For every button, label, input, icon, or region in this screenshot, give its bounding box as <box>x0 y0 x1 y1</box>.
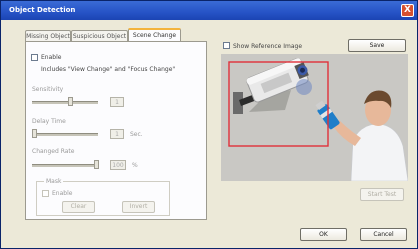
mask-group: Mask Enable Clear Invert <box>36 178 170 216</box>
window-title: Object Detection <box>9 6 76 14</box>
show-reference-image-checkbox[interactable] <box>223 42 230 49</box>
enable-label: Enable <box>41 54 62 61</box>
preview-scene-image <box>221 54 408 181</box>
cancel-button[interactable]: Cancel <box>360 228 407 241</box>
changed-rate-unit: % <box>132 162 138 169</box>
camera-preview[interactable] <box>221 54 408 181</box>
mask-enable-label: Enable <box>52 190 73 197</box>
title-bar[interactable]: Object Detection X <box>1 1 417 20</box>
show-reference-image-label: Show Reference Image <box>233 43 303 50</box>
sensitivity-slider-track <box>32 101 98 104</box>
delay-time-slider-thumb[interactable] <box>32 129 37 138</box>
save-button[interactable]: Save <box>348 39 406 52</box>
scene-change-panel: Enable Includes "View Change" and "Focus… <box>25 41 207 220</box>
changed-rate-value[interactable]: 100 <box>110 160 126 170</box>
close-icon: X <box>404 5 411 15</box>
sensitivity-label: Sensitivity <box>32 86 64 93</box>
description-text: Includes "View Change" and "Focus Change… <box>41 66 176 73</box>
mask-enable-checkbox[interactable] <box>42 190 49 197</box>
mask-group-title: Mask <box>44 178 64 185</box>
sensitivity-slider-thumb[interactable] <box>68 97 73 106</box>
mask-invert-button[interactable]: Invert <box>122 201 155 213</box>
delay-time-value[interactable]: 1 <box>110 129 124 139</box>
delay-time-slider-track <box>32 133 98 136</box>
tab-missing-object[interactable]: Missing Object <box>25 30 71 41</box>
sensitivity-value[interactable]: 1 <box>110 97 124 107</box>
start-test-button[interactable]: Start Test <box>360 188 404 201</box>
enable-checkbox[interactable] <box>31 54 38 61</box>
dialog-window: Object Detection X Missing Object Suspic… <box>0 0 418 249</box>
ok-button[interactable]: OK <box>300 228 347 241</box>
mask-clear-button[interactable]: Clear <box>62 201 95 213</box>
changed-rate-slider-thumb[interactable] <box>94 160 99 169</box>
delay-time-label: Delay Time <box>32 118 66 125</box>
changed-rate-slider-track <box>32 164 98 167</box>
tab-suspicious-object[interactable]: Suspicious Object <box>71 30 128 41</box>
changed-rate-label: Changed Rate <box>32 148 75 155</box>
tab-scene-change[interactable]: Scene Change <box>128 28 181 42</box>
close-button[interactable]: X <box>401 4 414 17</box>
delay-time-unit: Sec. <box>130 131 143 138</box>
